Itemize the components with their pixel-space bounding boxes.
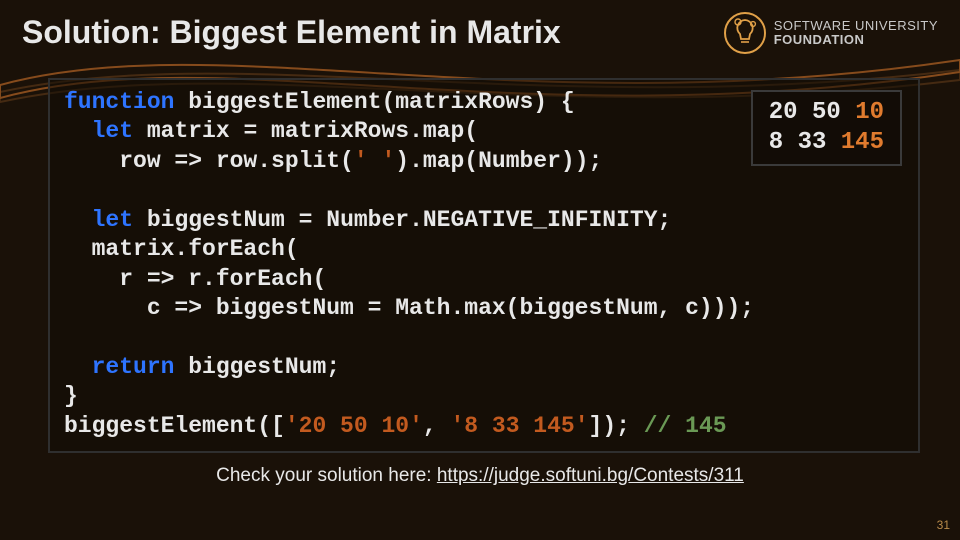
keyword-let: let — [92, 207, 133, 233]
code-text: row => row.split( — [64, 148, 354, 174]
keyword-let: let — [92, 118, 133, 144]
keyword-return: return — [92, 354, 175, 380]
inset-row2: 8 33 — [769, 129, 841, 156]
comment: // 145 — [644, 413, 727, 439]
inset-row2-hl: 145 — [841, 129, 884, 156]
inset-row1-hl: 10 — [855, 99, 884, 126]
code-text: } — [64, 383, 78, 409]
string-literal: '20 50 10' — [285, 413, 423, 439]
page-number: 31 — [937, 518, 950, 532]
code-text: matrix = matrixRows.map( — [133, 118, 478, 144]
code-text: ]); — [589, 413, 644, 439]
footer-label: Check your solution here: — [216, 465, 437, 486]
header: Solution: Biggest Element in Matrix SOFT… — [0, 0, 960, 64]
code-text: c => biggestNum = Math.max(biggestNum, c… — [64, 295, 754, 321]
logo-line2: FOUNDATION — [774, 33, 938, 47]
code-block: function biggestElement(matrixRows) { le… — [48, 78, 920, 453]
code-text: biggestElement(matrixRows) { — [174, 89, 574, 115]
solution-link[interactable]: https://judge.softuni.bg/Contests/311 — [437, 465, 744, 486]
footer: Check your solution here: https://judge.… — [0, 465, 960, 487]
code-text: r => r.forEach( — [64, 266, 326, 292]
code-text: ).map(Number)); — [395, 148, 602, 174]
code-text: matrix.forEach( — [64, 236, 299, 262]
example-input-box: 20 50 10 8 33 145 — [751, 90, 902, 166]
string-literal: ' ' — [354, 148, 395, 174]
code-indent — [64, 207, 92, 233]
code-text: , — [423, 413, 451, 439]
code-indent — [64, 354, 92, 380]
code-text: biggestNum; — [174, 354, 340, 380]
logo-line1: SOFTWARE UNIVERSITY — [774, 19, 938, 33]
keyword-function: function — [64, 89, 174, 115]
lightbulb-gears-icon — [724, 12, 766, 54]
slide-title: Solution: Biggest Element in Matrix — [22, 14, 724, 51]
inset-row1: 20 50 — [769, 99, 855, 126]
code-text: biggestElement([ — [64, 413, 285, 439]
string-literal: '8 33 145' — [450, 413, 588, 439]
code-text: biggestNum = Number.NEGATIVE_INFINITY; — [133, 207, 671, 233]
logo: SOFTWARE UNIVERSITY FOUNDATION — [724, 12, 938, 54]
code-indent — [64, 118, 92, 144]
logo-text: SOFTWARE UNIVERSITY FOUNDATION — [774, 19, 938, 48]
